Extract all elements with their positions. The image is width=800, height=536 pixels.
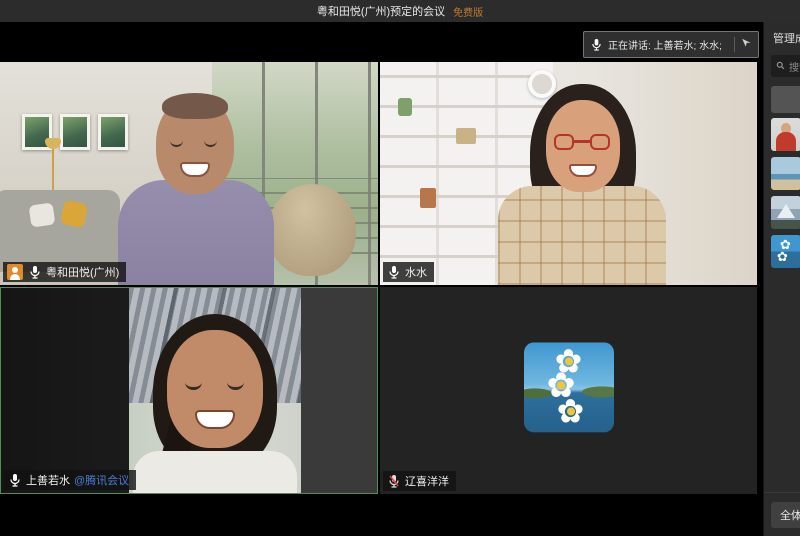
video-tile-active-speaker[interactable]: 上善若水 @腾讯会议 bbox=[0, 287, 378, 494]
shelf-item bbox=[398, 98, 412, 116]
member-thumbnail-camera-off[interactable] bbox=[771, 86, 800, 113]
panel-title: 管理成员 bbox=[773, 30, 800, 46]
person-face bbox=[156, 96, 234, 194]
person-shoulders bbox=[118, 180, 274, 285]
round-wall-clock bbox=[528, 70, 556, 98]
participant-org-suffix[interactable]: @腾讯会议 bbox=[74, 472, 129, 488]
panel-footer: 全体静音 bbox=[764, 492, 800, 536]
title-bar: 粤和田悦(广州)预定的会议 免费版 bbox=[0, 0, 800, 22]
banner-divider bbox=[734, 37, 735, 52]
participant-nameplate: 上善若水 @腾讯会议 bbox=[4, 470, 136, 490]
microphone-icon bbox=[387, 265, 401, 279]
participant-name: 水水 bbox=[405, 264, 427, 280]
eye bbox=[204, 140, 217, 147]
video-tile-shuishui[interactable]: 水水 bbox=[380, 27, 757, 285]
search-placeholder: 搜索成员 bbox=[789, 59, 800, 74]
participant-avatar-daisies: ✿ ✿ ✿ bbox=[524, 342, 614, 432]
member-thumbnail-red-person[interactable] bbox=[771, 118, 800, 151]
manage-members-panel: 管理成员 搜索成员 ✿ ✿ 全体静音 bbox=[763, 22, 800, 536]
now-speaking-banner[interactable]: 正在讲话: 上善若水; 水水; bbox=[583, 31, 759, 58]
wall-picture-frame bbox=[60, 114, 90, 150]
participant-nameplate: 粤和田悦(广州) bbox=[3, 262, 126, 282]
microphone-icon bbox=[8, 473, 22, 487]
collapse-arrow-icon[interactable] bbox=[740, 36, 753, 54]
smile bbox=[195, 410, 235, 429]
glasses-lens bbox=[554, 134, 574, 150]
bean-bag-chair bbox=[268, 184, 356, 276]
now-speaking-text: 正在讲话: 上善若水; 水水; bbox=[608, 37, 729, 52]
participant-name: 上善若水 bbox=[26, 472, 70, 488]
person-face bbox=[546, 100, 620, 192]
daisy-flower: ✿ bbox=[554, 394, 588, 428]
shelf-item bbox=[420, 188, 436, 208]
video-feed-shuishui bbox=[380, 62, 757, 285]
member-thumbnail-daisies[interactable]: ✿ ✿ bbox=[771, 235, 800, 268]
eye bbox=[170, 140, 183, 147]
white-tshirt bbox=[133, 451, 297, 493]
eye bbox=[185, 382, 202, 390]
daisy-flower: ✿ bbox=[777, 250, 788, 263]
pillow bbox=[29, 202, 56, 227]
participant-nameplate: 辽喜洋洋 bbox=[383, 471, 456, 491]
video-tile-camera-off[interactable]: ✿ ✿ ✿ 辽喜洋洋 bbox=[380, 287, 757, 494]
participant-name: 粤和田悦(广州) bbox=[46, 264, 119, 280]
mountain-peak bbox=[777, 204, 795, 218]
member-thumbnail-mountain[interactable] bbox=[771, 196, 800, 229]
search-icon bbox=[776, 57, 785, 75]
couch bbox=[0, 190, 120, 272]
smile bbox=[569, 164, 597, 177]
wall-picture-frame bbox=[98, 114, 128, 150]
video-tile-host[interactable]: 粤和田悦(广州) bbox=[0, 27, 378, 285]
member-thumbnail-beach[interactable] bbox=[771, 157, 800, 190]
plan-badge: 免费版 bbox=[453, 4, 483, 19]
participant-name: 辽喜洋洋 bbox=[405, 473, 449, 489]
meeting-window: 粤和田悦(广州)预定的会议 免费版 bbox=[0, 0, 800, 536]
active-audio-badge-icon bbox=[7, 264, 23, 280]
participant-nameplate: 水水 bbox=[383, 262, 434, 282]
floor-lamp bbox=[52, 148, 54, 194]
eye bbox=[227, 382, 244, 390]
microphone-icon bbox=[28, 265, 42, 279]
mute-all-button[interactable]: 全体静音 bbox=[771, 502, 800, 528]
pillow bbox=[60, 200, 88, 228]
smile bbox=[180, 162, 210, 177]
microphone-muted-icon bbox=[387, 474, 401, 488]
meeting-title: 粤和田悦(广州)预定的会议 bbox=[317, 3, 445, 19]
person-face bbox=[167, 330, 263, 448]
video-feed-portrait bbox=[129, 288, 301, 493]
thumb-person-body bbox=[776, 132, 796, 151]
glasses-lens bbox=[590, 134, 610, 150]
shelf-item bbox=[456, 128, 476, 144]
glasses-bridge bbox=[574, 140, 590, 143]
microphone-icon bbox=[589, 38, 603, 52]
member-search-input[interactable]: 搜索成员 bbox=[771, 55, 800, 77]
plaid-shirt bbox=[498, 186, 666, 285]
video-feed-host bbox=[0, 62, 378, 285]
